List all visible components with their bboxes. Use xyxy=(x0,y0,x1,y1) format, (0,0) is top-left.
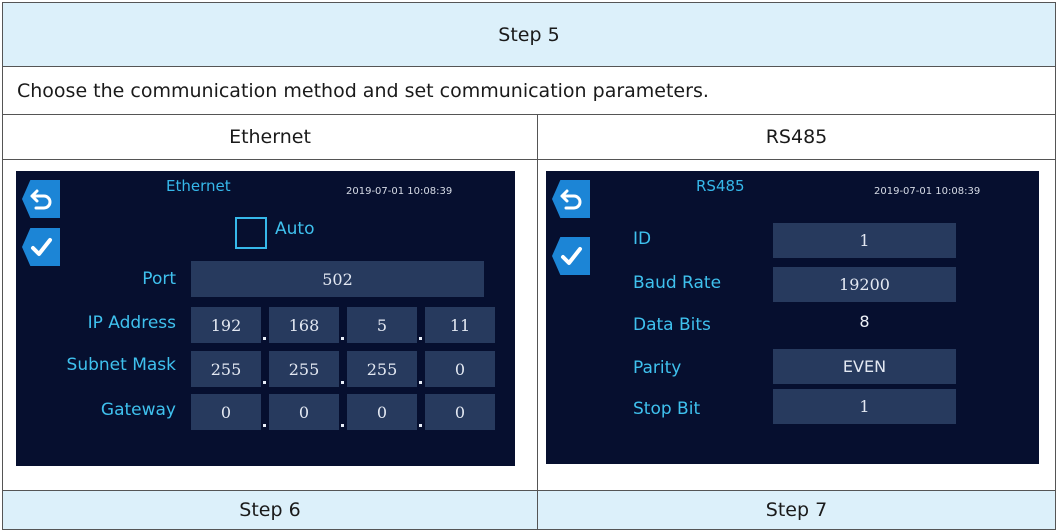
back-button[interactable] xyxy=(552,180,590,218)
id-label: ID xyxy=(633,229,652,249)
column-rs485: RS485 xyxy=(765,126,828,148)
subnet-octet-4[interactable]: 0 xyxy=(425,351,495,387)
gateway-octet-1[interactable]: 0 xyxy=(191,394,261,430)
ip-separator xyxy=(341,337,344,340)
port-field[interactable]: 502 xyxy=(191,261,484,297)
ip-separator xyxy=(263,337,266,340)
auto-label: Auto xyxy=(275,219,315,239)
gateway-octet-2[interactable]: 0 xyxy=(269,394,339,430)
step-title: Step 5 xyxy=(498,23,560,46)
stop-bit-field[interactable]: 1 xyxy=(773,389,956,424)
checkmark-icon xyxy=(561,247,582,265)
step-header-row: Step 5 xyxy=(3,3,1055,67)
subnet-separator xyxy=(419,381,422,384)
ip-octet-2[interactable]: 168 xyxy=(269,307,339,343)
step-7-label: Step 7 xyxy=(765,499,828,521)
subnet-octet-2[interactable]: 255 xyxy=(269,351,339,387)
gateway-separator xyxy=(341,424,344,427)
instruction-row: Choose the communication method and set … xyxy=(3,67,1055,115)
ip-octet-3[interactable]: 5 xyxy=(347,307,417,343)
rs485-screen: RS485 2019-07-01 10:08:39 ID 1 Baud Rate… xyxy=(546,171,1039,464)
subnet-octet-3[interactable]: 255 xyxy=(347,351,417,387)
data-bits-label: Data Bits xyxy=(633,315,711,335)
footer-row: Step 6 Step 7 xyxy=(3,491,1055,529)
gateway-separator xyxy=(419,424,422,427)
port-label: Port xyxy=(142,269,176,289)
screen-title: RS485 xyxy=(696,177,745,195)
gateway-label: Gateway xyxy=(100,400,176,420)
parity-field[interactable]: EVEN xyxy=(773,349,956,384)
confirm-button[interactable] xyxy=(22,228,60,266)
datetime: 2019-07-01 10:08:39 xyxy=(874,186,981,197)
subnet-separator xyxy=(263,381,266,384)
baud-rate-label: Baud Rate xyxy=(633,273,722,293)
column-ethernet: Ethernet xyxy=(3,115,538,159)
screen-title: Ethernet xyxy=(166,177,231,195)
gateway-octet-4[interactable]: 0 xyxy=(425,394,495,430)
gateway-octet-3[interactable]: 0 xyxy=(347,394,417,430)
back-button[interactable] xyxy=(22,180,60,218)
step-6-label: Step 6 xyxy=(3,491,538,529)
parity-label: Parity xyxy=(633,358,682,378)
column-header-row: Ethernet RS485 xyxy=(3,115,1055,160)
subnet-mask-label: Subnet Mask xyxy=(66,355,176,375)
instruction-text: Choose the communication method and set … xyxy=(17,79,709,102)
checkmark-icon xyxy=(31,238,52,256)
datetime: 2019-07-01 10:08:39 xyxy=(346,186,453,197)
back-arrow-icon xyxy=(30,189,52,210)
auto-checkbox[interactable] xyxy=(235,217,267,249)
ip-octet-1[interactable]: 192 xyxy=(191,307,261,343)
stop-bit-label: Stop Bit xyxy=(633,399,701,419)
baud-rate-field[interactable]: 19200 xyxy=(773,267,956,302)
ip-octet-4[interactable]: 11 xyxy=(425,307,495,343)
ip-separator xyxy=(419,337,422,340)
back-arrow-icon xyxy=(560,189,582,210)
subnet-separator xyxy=(341,381,344,384)
ip-address-label: IP Address xyxy=(87,313,176,333)
id-field[interactable]: 1 xyxy=(773,223,956,258)
data-bits-value: 8 xyxy=(859,312,870,331)
confirm-button[interactable] xyxy=(552,237,590,275)
ethernet-screen: Ethernet 2019-07-01 10:08:39 Auto Port 5… xyxy=(16,171,515,466)
gateway-separator xyxy=(263,424,266,427)
subnet-octet-1[interactable]: 255 xyxy=(191,351,261,387)
